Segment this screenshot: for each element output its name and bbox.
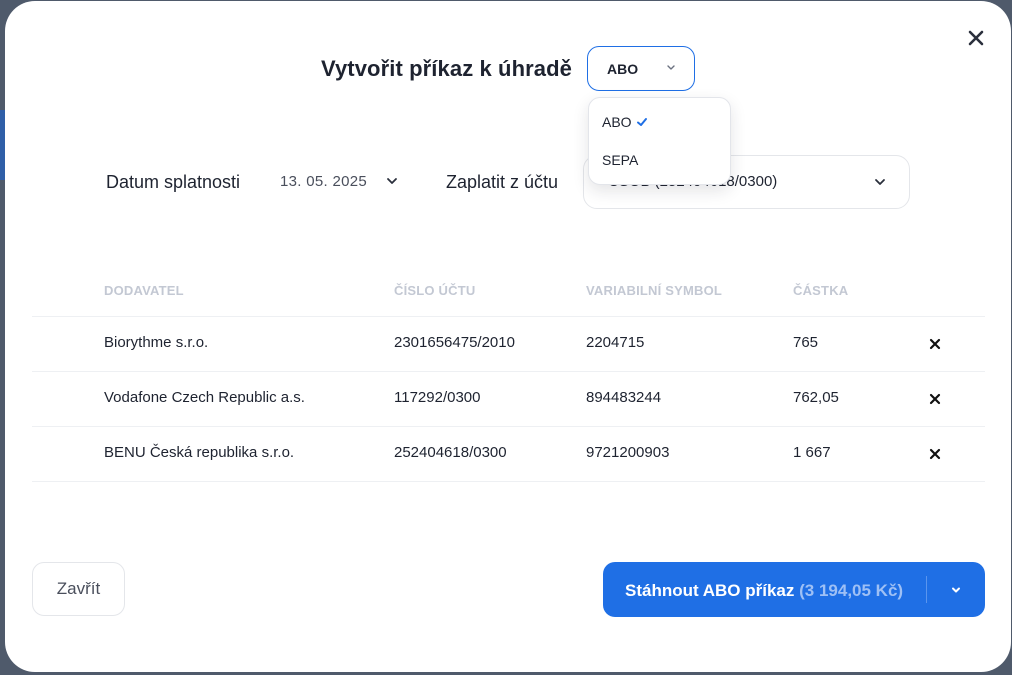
amount-cell: 762,05 <box>793 389 839 406</box>
close-dialog-button[interactable] <box>963 25 989 51</box>
format-option-abo[interactable]: ABO <box>602 114 648 130</box>
due-date-label: Datum splatnosti <box>106 172 241 192</box>
download-order-label: Stáhnout ABO příkaz (3 194,05 Kč) <box>625 581 903 601</box>
variable-symbol-cell: 9721200903 <box>586 444 670 461</box>
export-format-value: ABO <box>607 60 639 77</box>
download-order-total: (3 194,05 Kč) <box>799 581 904 600</box>
pay-from-label: Zaplatit z účtu <box>446 172 559 192</box>
remove-row-button[interactable] <box>927 446 943 462</box>
remove-row-icon <box>929 448 941 460</box>
supplier-cell: Vodafone Czech Republic a.s. <box>104 389 305 406</box>
amount-cell: 765 <box>793 334 819 351</box>
remove-row-button[interactable] <box>927 391 943 407</box>
export-format-menu: ABO SEPA <box>588 97 731 185</box>
download-options-toggle[interactable] <box>946 581 966 599</box>
format-option-label: SEPA <box>602 152 639 168</box>
column-header-amount: ČÁSTKA <box>793 283 849 298</box>
remove-row-button[interactable] <box>927 336 943 352</box>
payment-order-dialog: Vytvořit příkaz k úhradě ABO Datum splat… <box>5 1 1011 672</box>
chevron-down-icon <box>875 179 885 185</box>
account-cell: 117292/0300 <box>394 389 481 406</box>
table-divider <box>32 371 985 372</box>
format-option-sepa[interactable]: SEPA <box>602 152 638 168</box>
due-date-value[interactable]: 13. 05. 2025 <box>280 173 367 190</box>
remove-row-icon <box>929 338 941 350</box>
remove-row-icon <box>929 393 941 405</box>
download-order-button[interactable]: Stáhnout ABO příkaz (3 194,05 Kč) <box>603 562 985 617</box>
check-icon <box>636 118 647 126</box>
variable-symbol-cell: 2204715 <box>586 334 645 351</box>
account-cell: 2301656475/2010 <box>394 334 515 351</box>
supplier-cell: Biorythme s.r.o. <box>104 334 209 351</box>
column-header-variable-symbol: VARIABILNÍ SYMBOL <box>586 283 723 298</box>
column-header-account: ČÍSLO ÚČTU <box>394 283 476 298</box>
column-header-supplier: DODAVATEL <box>104 283 184 298</box>
amount-cell: 1 667 <box>793 444 831 461</box>
supplier-cell: BENU Česká republika s.r.o. <box>104 444 295 461</box>
export-format-select[interactable]: ABO <box>587 46 695 91</box>
chevron-down-icon <box>952 587 960 593</box>
table-divider <box>32 426 985 427</box>
chevron-down-icon[interactable] <box>385 174 399 188</box>
close-button[interactable]: Zavřít <box>32 562 125 616</box>
format-option-label: ABO <box>602 114 632 130</box>
dialog-title: Vytvořit příkaz k úhradě <box>321 56 572 81</box>
variable-symbol-cell: 894483244 <box>586 389 662 406</box>
account-cell: 252404618/0300 <box>394 444 507 461</box>
close-icon <box>968 30 984 46</box>
download-order-text: Stáhnout ABO příkaz <box>625 581 795 600</box>
table-divider <box>32 481 985 482</box>
button-divider <box>926 576 927 603</box>
table-divider <box>32 316 985 317</box>
chevron-down-icon <box>667 65 675 70</box>
